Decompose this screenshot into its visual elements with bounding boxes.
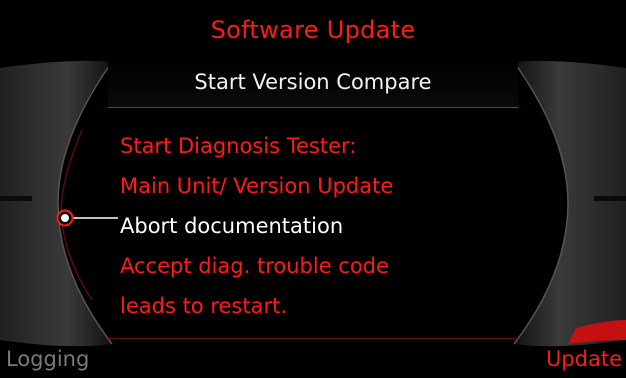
- right-control-knob-icon: [513, 60, 626, 347]
- header-title: Start Version Compare: [194, 70, 432, 94]
- mmi-screen: Software Update Start Version Compare St…: [0, 0, 626, 378]
- menu-item[interactable]: leads to restart.: [120, 286, 520, 326]
- selection-dot-icon: [56, 130, 118, 301]
- logging-softkey[interactable]: Logging: [6, 347, 89, 371]
- menu-item[interactable]: Start Diagnosis Tester:: [120, 126, 520, 166]
- divider: [108, 338, 518, 339]
- screen-title: Software Update: [210, 16, 416, 44]
- menu-item[interactable]: Accept diag. trouble code: [120, 246, 520, 286]
- update-softkey[interactable]: Update: [546, 347, 622, 371]
- menu-item-selected[interactable]: Abort documentation: [120, 206, 520, 246]
- menu-item[interactable]: Main Unit/ Version Update: [120, 166, 520, 206]
- menu-list: Start Diagnosis Tester: Main Unit/ Versi…: [120, 126, 520, 326]
